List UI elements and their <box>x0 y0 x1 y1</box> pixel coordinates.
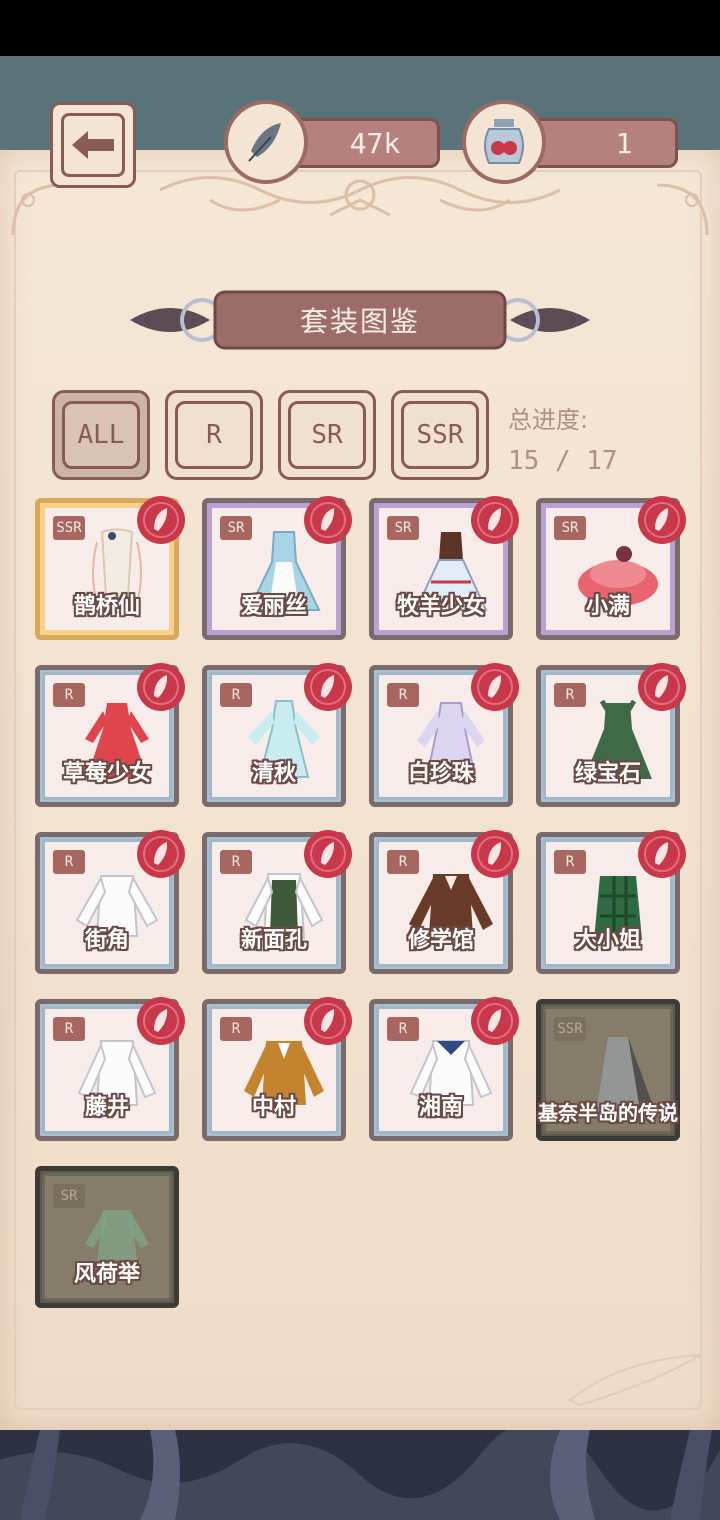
filter-all-label: ALL <box>62 401 140 469</box>
rarity-badge: SSR <box>554 1017 586 1041</box>
filter-ssr-label: SSR <box>401 401 479 469</box>
berry-jar-icon <box>484 119 524 164</box>
jar-count: 1 <box>615 126 633 160</box>
wax-seal-feather-icon <box>638 663 686 711</box>
tree-roots-decoration <box>0 1430 720 1520</box>
outfit-card[interactable]: SSR 鹊桥仙 <box>35 496 185 640</box>
outfit-card[interactable]: R 湘南 <box>369 997 519 1141</box>
wax-seal-feather-icon <box>304 663 352 711</box>
progress-label: 总进度: <box>508 406 589 434</box>
rarity-badge: R <box>554 683 586 707</box>
wax-seal-feather-icon <box>471 496 519 544</box>
rarity-badge: R <box>53 683 85 707</box>
rarity-badge: R <box>53 1017 85 1041</box>
outfit-card[interactable]: R 中村 <box>202 997 352 1141</box>
outfit-name: 湘南 <box>418 1095 463 1120</box>
rarity-badge: R <box>387 1017 419 1041</box>
rarity-badge: R <box>387 683 419 707</box>
outfit-card[interactable]: R 修学馆 <box>369 830 519 974</box>
wax-seal-feather-icon <box>304 997 352 1045</box>
rarity-badge: R <box>53 850 85 874</box>
outfit-card[interactable]: R 新面孔 <box>202 830 352 974</box>
wax-seal-feather-icon <box>137 496 185 544</box>
outfit-card[interactable]: R 草莓少女 <box>35 663 185 807</box>
outfit-name: 白珍珠 <box>407 761 474 786</box>
outfit-name: 中村 <box>251 1095 296 1120</box>
rarity-badge: SSR <box>53 516 85 540</box>
outfit-card[interactable]: SR 爱丽丝 <box>202 496 352 640</box>
wax-seal-feather-icon <box>638 496 686 544</box>
rarity-badge: R <box>220 1017 252 1041</box>
rarity-badge: SR <box>387 516 419 540</box>
wax-seal-feather-icon <box>471 663 519 711</box>
back-button[interactable] <box>50 102 136 188</box>
rarity-badge: SR <box>53 1184 85 1208</box>
filter-sr-label: SR <box>288 401 366 469</box>
wax-seal-feather-icon <box>471 997 519 1045</box>
feather-currency: 47k <box>290 118 440 168</box>
rarity-badge: SR <box>220 516 252 540</box>
filter-r-label: R <box>175 401 253 469</box>
outfit-card[interactable]: R 清秋 <box>202 663 352 807</box>
corner-ornament <box>11 183 64 236</box>
wax-seal-feather-icon <box>638 830 686 878</box>
outfit-card[interactable]: R 大小姐 <box>536 830 686 974</box>
outfit-name: 街角 <box>84 928 129 953</box>
outfit-name: 爱丽丝 <box>240 594 307 619</box>
outfit-name: 鹊桥仙 <box>73 594 140 619</box>
status-bar <box>0 0 720 56</box>
outfit-card-locked[interactable]: SSR 基奈半岛的传说 <box>536 999 680 1141</box>
page-title: 套装图鉴 <box>299 305 420 338</box>
filter-sr-button[interactable]: SR <box>278 390 376 480</box>
progress-value: 15 / 17 <box>508 446 618 476</box>
rarity-badge: R <box>220 683 252 707</box>
wax-seal-feather-icon <box>137 830 185 878</box>
outfit-name: 新面孔 <box>240 928 307 953</box>
outfit-name: 大小姐 <box>574 928 641 953</box>
rarity-badge: R <box>220 850 252 874</box>
wax-seal-feather-icon <box>304 496 352 544</box>
corner-ornament <box>656 183 709 236</box>
outfit-card[interactable]: SR 小满 <box>536 496 686 640</box>
feather-count: 47k <box>349 126 401 160</box>
outfit-card[interactable]: R 白珍珠 <box>369 663 519 807</box>
wax-seal-feather-icon <box>471 830 519 878</box>
wax-seal-feather-icon <box>137 997 185 1045</box>
back-arrow-icon <box>72 131 114 159</box>
feather-icon-frame <box>224 100 308 184</box>
outfit-name: 风荷举 <box>73 1262 140 1287</box>
jar-currency: 1 <box>530 118 678 168</box>
filter-r-button[interactable]: R <box>165 390 263 480</box>
quill-watermark <box>568 1354 701 1407</box>
outfit-name: 清秋 <box>251 761 296 786</box>
outfit-card-locked[interactable]: SR 风荷举 <box>35 1166 179 1308</box>
rarity-badge: R <box>387 850 419 874</box>
rarity-badge: R <box>554 850 586 874</box>
outfit-name: 牧羊少女 <box>396 594 485 619</box>
bottom-backdrop <box>0 1420 720 1520</box>
feather-icon <box>248 123 281 162</box>
jar-icon-frame <box>462 100 546 184</box>
outfit-card[interactable]: SR 牧羊少女 <box>369 496 519 640</box>
outfit-card[interactable]: R 绿宝石 <box>536 663 686 807</box>
filter-ssr-button[interactable]: SSR <box>391 390 489 480</box>
wax-seal-feather-icon <box>137 663 185 711</box>
filter-all-button[interactable]: ALL <box>52 390 150 480</box>
rarity-badge: SR <box>554 516 586 540</box>
outfit-name: 修学馆 <box>407 928 474 953</box>
outfit-name: 基奈半岛的传说 <box>538 1101 678 1125</box>
wax-seal-feather-icon <box>304 830 352 878</box>
outfit-card[interactable]: R 藤井 <box>35 997 185 1141</box>
outfit-card[interactable]: R 街角 <box>35 830 185 974</box>
outfit-name: 小满 <box>585 594 630 619</box>
outfit-name: 绿宝石 <box>574 761 641 786</box>
outfit-name: 藤井 <box>84 1095 129 1120</box>
outfit-name: 草莓少女 <box>62 761 151 786</box>
